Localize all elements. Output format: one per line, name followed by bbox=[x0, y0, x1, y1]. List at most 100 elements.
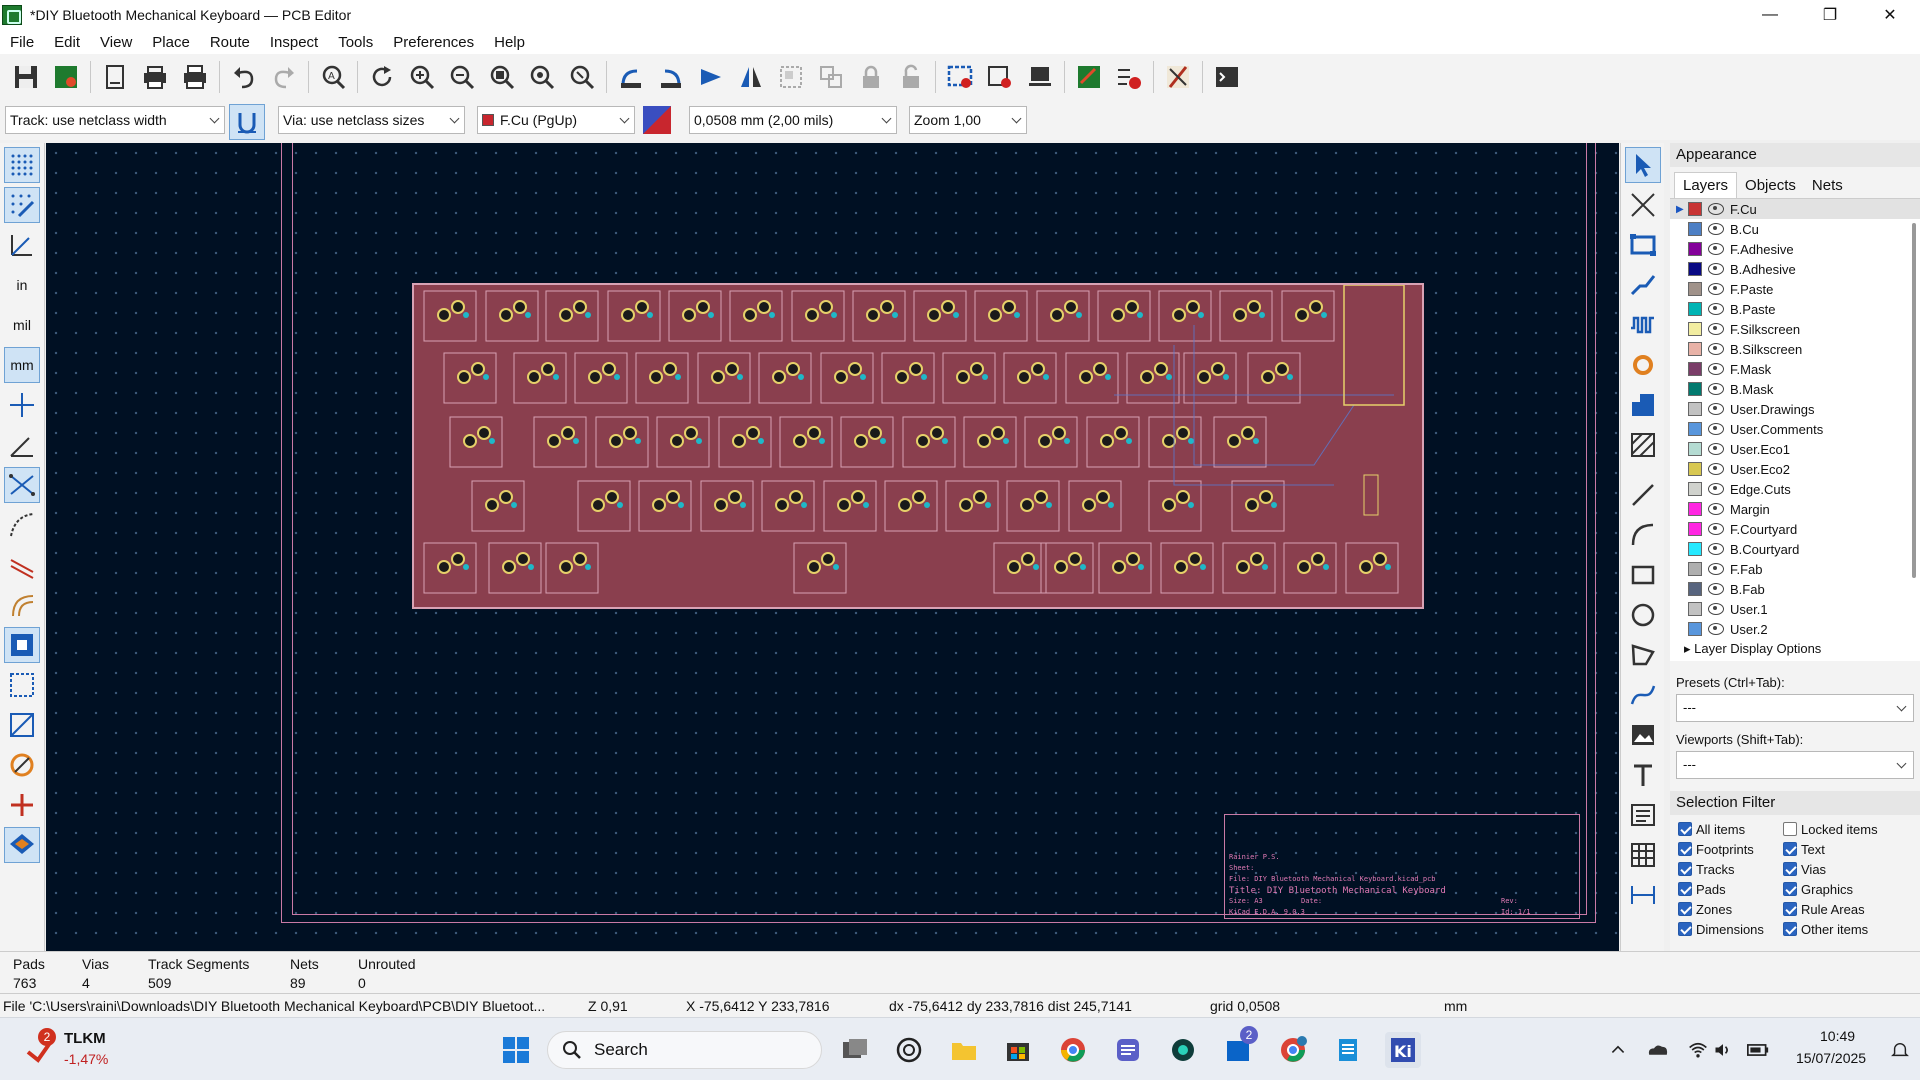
draw-bezier-icon[interactable] bbox=[1625, 677, 1661, 713]
pad[interactable] bbox=[1125, 300, 1139, 314]
pad[interactable] bbox=[1359, 560, 1373, 574]
plot-icon[interactable] bbox=[178, 60, 212, 94]
refresh-icon[interactable] bbox=[365, 60, 399, 94]
pad[interactable] bbox=[1046, 502, 1052, 508]
visibility-eye-icon[interactable] bbox=[1708, 563, 1724, 575]
visibility-eye-icon[interactable] bbox=[1708, 583, 1724, 595]
menu-inspect[interactable]: Inspect bbox=[260, 34, 328, 51]
pad[interactable] bbox=[714, 498, 728, 512]
pad[interactable] bbox=[471, 362, 485, 376]
ungroup-icon[interactable] bbox=[814, 60, 848, 94]
store-icon[interactable] bbox=[1000, 1032, 1036, 1068]
layer-row[interactable]: B.Silkscreen bbox=[1670, 339, 1920, 359]
pad-outline-icon[interactable] bbox=[4, 707, 40, 743]
polar-coords-icon[interactable] bbox=[4, 227, 40, 263]
curved-ratsnest-icon[interactable] bbox=[4, 507, 40, 543]
pcb-board[interactable] bbox=[412, 283, 1424, 609]
layer-color-swatch[interactable] bbox=[1688, 302, 1702, 316]
pad[interactable] bbox=[1297, 560, 1311, 574]
taskbar-search[interactable]: Search bbox=[547, 1031, 822, 1069]
vpn-app-icon[interactable] bbox=[1165, 1032, 1201, 1068]
pad[interactable] bbox=[740, 502, 746, 508]
pad[interactable] bbox=[1198, 312, 1204, 318]
layer-row[interactable]: F.Silkscreen bbox=[1670, 319, 1920, 339]
pad[interactable] bbox=[621, 308, 635, 322]
footprint-editor-icon[interactable] bbox=[983, 60, 1017, 94]
track-outline-icon[interactable] bbox=[4, 547, 40, 583]
selection-filter-item[interactable]: Rule Areas bbox=[1783, 901, 1913, 917]
pad[interactable] bbox=[1275, 362, 1289, 376]
pad[interactable] bbox=[732, 434, 746, 448]
layer-display-options-toggle[interactable]: ▸ Layer Display Options bbox=[1670, 637, 1920, 661]
layer-pair-icon[interactable] bbox=[643, 106, 671, 134]
close-button[interactable]: ✕ bbox=[1860, 0, 1920, 30]
checkbox[interactable] bbox=[1783, 862, 1797, 876]
layer-color-swatch[interactable] bbox=[1688, 502, 1702, 516]
pad[interactable] bbox=[696, 300, 710, 314]
pad[interactable] bbox=[513, 300, 527, 314]
layer-color-swatch[interactable] bbox=[1688, 202, 1702, 216]
pad[interactable] bbox=[1176, 426, 1190, 440]
pad[interactable] bbox=[1003, 438, 1009, 444]
visibility-eye-icon[interactable] bbox=[1708, 203, 1724, 215]
pad[interactable] bbox=[921, 374, 927, 380]
pad[interactable] bbox=[1052, 426, 1066, 440]
layer-row[interactable]: F.Courtyard bbox=[1670, 519, 1920, 539]
add-footprint-icon[interactable] bbox=[1625, 227, 1661, 263]
pad[interactable] bbox=[1188, 552, 1202, 566]
pad[interactable] bbox=[772, 370, 786, 384]
pad[interactable] bbox=[1259, 490, 1273, 504]
pad[interactable] bbox=[1126, 552, 1140, 566]
layer-row[interactable]: ▶ F.Cu bbox=[1670, 199, 1920, 219]
cursor-crosshair-icon[interactable] bbox=[4, 387, 40, 423]
menu-file[interactable]: File bbox=[0, 34, 44, 51]
pad[interactable] bbox=[1223, 374, 1229, 380]
zoom-objects-icon[interactable] bbox=[525, 60, 559, 94]
unlock-icon[interactable] bbox=[894, 60, 928, 94]
pad[interactable] bbox=[1309, 300, 1323, 314]
layer-row[interactable]: B.Paste bbox=[1670, 299, 1920, 319]
mirror-icon[interactable] bbox=[734, 60, 768, 94]
pad[interactable] bbox=[854, 434, 868, 448]
pad[interactable] bbox=[1197, 370, 1211, 384]
pad[interactable] bbox=[991, 426, 1005, 440]
pad[interactable] bbox=[663, 362, 677, 376]
visibility-eye-icon[interactable] bbox=[1708, 383, 1724, 395]
pad[interactable] bbox=[801, 502, 807, 508]
selection-filter-item[interactable]: Footprints bbox=[1678, 841, 1783, 857]
visibility-eye-icon[interactable] bbox=[1708, 403, 1724, 415]
pad[interactable] bbox=[499, 308, 513, 322]
router-icon[interactable] bbox=[1161, 60, 1195, 94]
pad[interactable] bbox=[1262, 564, 1268, 570]
menu-view[interactable]: View bbox=[90, 34, 142, 51]
pad[interactable] bbox=[743, 308, 757, 322]
pad[interactable] bbox=[953, 312, 959, 318]
selection-filter-item[interactable]: Text bbox=[1783, 841, 1913, 857]
selection-filter-item[interactable]: All items bbox=[1678, 821, 1783, 837]
zoom-select[interactable]: Zoom 1,00 bbox=[909, 106, 1027, 134]
pad[interactable] bbox=[793, 434, 807, 448]
layer-select[interactable]: F.Cu (PgUp) bbox=[477, 106, 635, 134]
menu-route[interactable]: Route bbox=[200, 34, 260, 51]
layer-color-swatch[interactable] bbox=[1688, 362, 1702, 376]
pad[interactable] bbox=[1271, 502, 1277, 508]
rotate-ccw-icon[interactable] bbox=[614, 60, 648, 94]
visibility-eye-icon[interactable] bbox=[1708, 543, 1724, 555]
pad[interactable] bbox=[499, 490, 513, 504]
pad[interactable] bbox=[437, 560, 451, 574]
visibility-eye-icon[interactable] bbox=[1708, 423, 1724, 435]
pad[interactable] bbox=[1200, 564, 1206, 570]
menu-edit[interactable]: Edit bbox=[44, 34, 90, 51]
visibility-eye-icon[interactable] bbox=[1708, 603, 1724, 615]
visibility-eye-icon[interactable] bbox=[1708, 463, 1724, 475]
pad[interactable] bbox=[489, 438, 495, 444]
pad[interactable] bbox=[807, 560, 821, 574]
pad[interactable] bbox=[614, 374, 620, 380]
file-explorer-icon[interactable] bbox=[946, 1032, 982, 1068]
kicad-taskbar-icon[interactable]: Ki bbox=[1385, 1032, 1421, 1068]
pad[interactable] bbox=[1162, 434, 1176, 448]
group-icon[interactable] bbox=[774, 60, 808, 94]
pad[interactable] bbox=[898, 498, 912, 512]
layer-list-scrollbar[interactable] bbox=[1912, 223, 1916, 578]
pad[interactable] bbox=[880, 300, 894, 314]
